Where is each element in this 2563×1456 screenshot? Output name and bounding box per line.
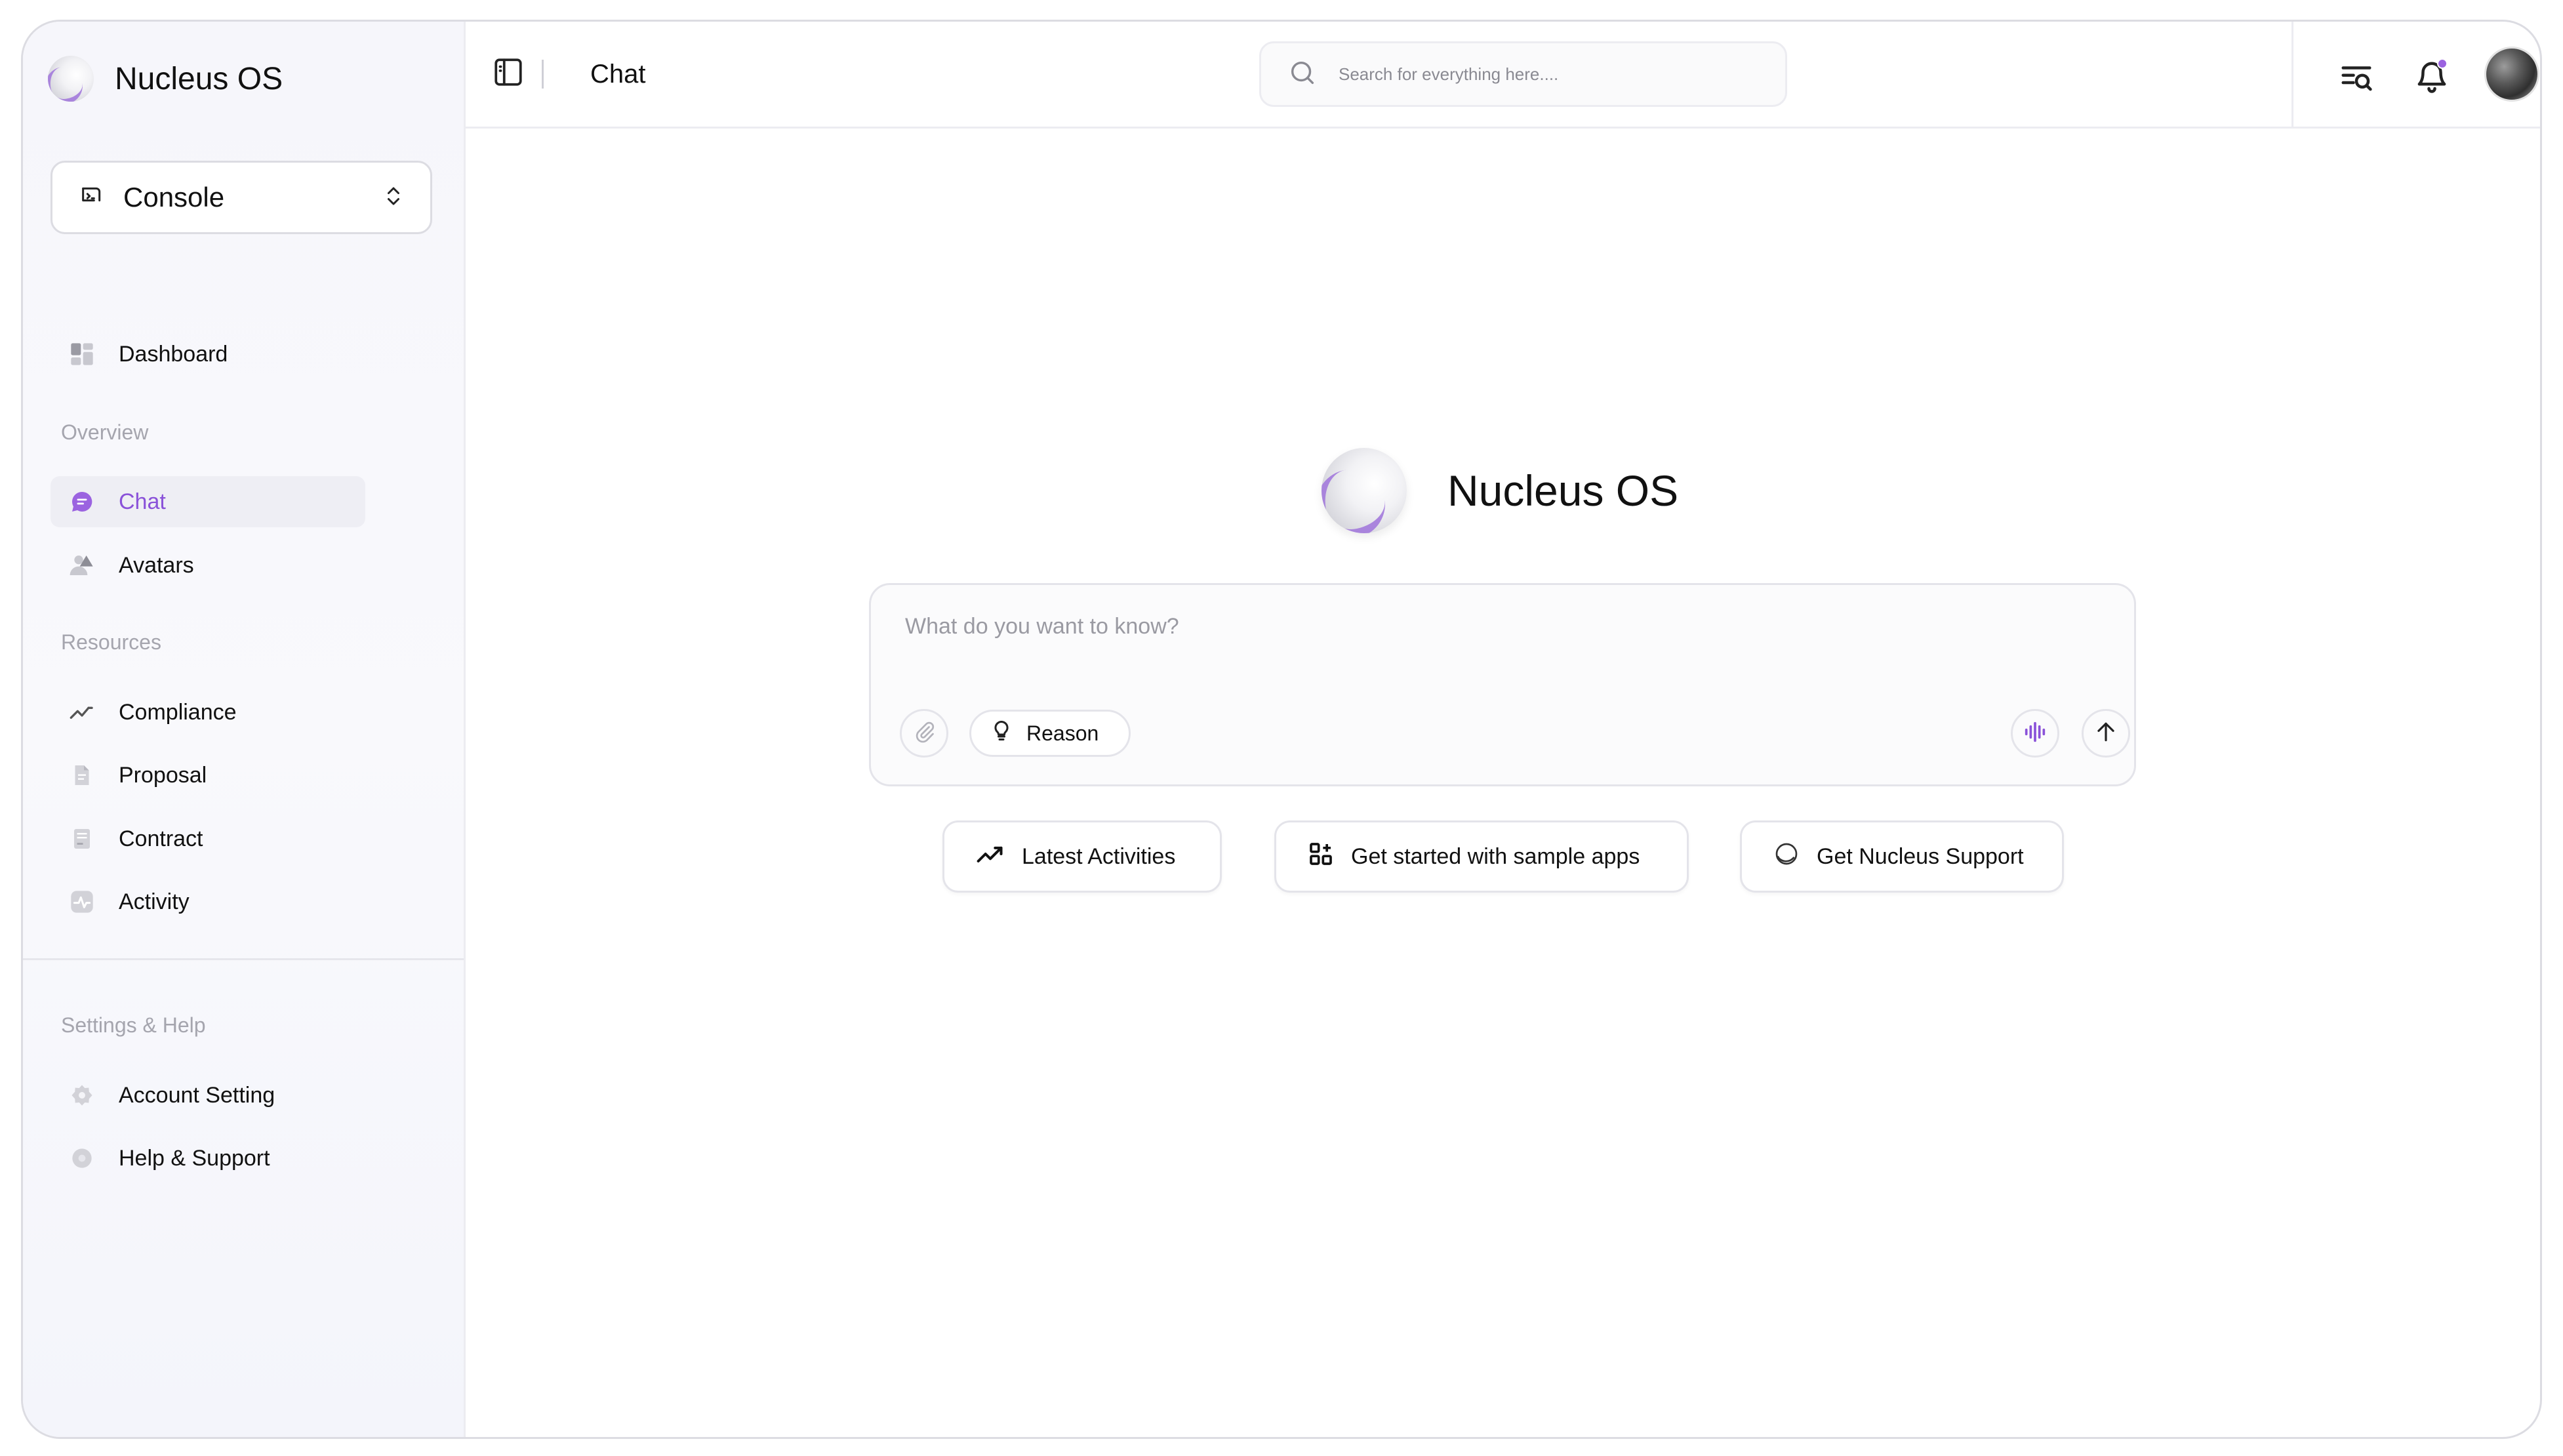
reason-label: Reason — [1026, 721, 1099, 745]
notification-badge — [2437, 58, 2448, 69]
document-icon — [69, 762, 95, 788]
sidebar-item-label: Compliance — [119, 699, 237, 725]
app-window: Nucleus OS Console Dashboard Overview Ch… — [21, 20, 2542, 1439]
page-title: Chat — [590, 60, 646, 89]
sidebar-item-compliance[interactable]: Compliance — [50, 687, 365, 738]
voice-input-button[interactable] — [2011, 709, 2059, 758]
paperclip-icon — [912, 720, 936, 747]
sidebar-item-label: Proposal — [119, 762, 207, 788]
waveform-icon — [2022, 719, 2048, 748]
brand[interactable]: Nucleus OS — [48, 56, 283, 102]
sidebar-item-proposal[interactable]: Proposal — [50, 750, 365, 801]
trend-icon — [976, 839, 1005, 874]
activity-icon — [69, 889, 95, 915]
suggestion-nucleus-support[interactable]: Get Nucleus Support — [1740, 820, 2064, 893]
sidebar-item-dashboard[interactable]: Dashboard — [50, 329, 365, 380]
sidebar-item-label: Avatars — [119, 552, 194, 578]
search-icon — [1287, 58, 1318, 91]
search-list-icon[interactable] — [2337, 57, 2376, 96]
search-bar[interactable] — [1259, 41, 1787, 107]
suggestion-label: Get started with sample apps — [1351, 843, 1640, 869]
contract-icon — [69, 826, 95, 852]
gear-icon — [69, 1082, 95, 1108]
sidebar-item-help-support[interactable]: Help & Support — [50, 1133, 365, 1184]
topbar: Chat — [466, 22, 2540, 129]
send-button[interactable] — [2082, 709, 2130, 758]
sidebar-item-label: Help & Support — [119, 1145, 270, 1171]
topbar-divider — [2291, 22, 2293, 127]
hero-title: Nucleus OS — [1447, 466, 1679, 515]
sidebar-item-label: Chat — [119, 489, 166, 514]
breadcrumb-separator — [542, 60, 544, 89]
suggestion-sample-apps[interactable]: Get started with sample apps — [1274, 820, 1689, 893]
dashboard-icon — [69, 341, 95, 367]
section-label-resources: Resources — [61, 630, 161, 654]
sidebar-divider — [23, 958, 464, 960]
hero: Nucleus OS — [1322, 448, 1678, 533]
chat-icon — [69, 489, 95, 515]
suggestion-label: Latest Activities — [1022, 843, 1176, 869]
prompt-input[interactable] — [904, 613, 2084, 652]
console-icon — [79, 183, 105, 212]
section-label-settings: Settings & Help — [61, 1013, 206, 1037]
chevron-up-down-icon — [382, 183, 405, 212]
workspace-select-label: Console — [123, 182, 225, 212]
sidebar-item-account-setting[interactable]: Account Setting — [50, 1070, 365, 1121]
attach-button[interactable] — [900, 709, 948, 758]
sidebar-item-label: Dashboard — [119, 341, 228, 367]
nucleus-icon — [1773, 841, 1800, 873]
trend-line-icon — [69, 699, 95, 725]
search-input[interactable] — [1337, 63, 1731, 85]
sidebar-item-contract[interactable]: Contract — [50, 813, 365, 864]
nucleus-logo-icon — [48, 56, 94, 102]
lightbulb-icon — [990, 719, 1013, 748]
nucleus-logo-icon — [1322, 448, 1407, 533]
avatars-icon — [69, 552, 95, 578]
user-avatar[interactable] — [2484, 47, 2539, 102]
sidebar-item-activity[interactable]: Activity — [50, 876, 365, 927]
section-label-overview: Overview — [61, 420, 149, 444]
brand-name: Nucleus OS — [115, 61, 283, 96]
sidebar-item-chat[interactable]: Chat — [50, 476, 365, 527]
suggestion-label: Get Nucleus Support — [1817, 843, 2024, 869]
apps-grid-icon — [1308, 841, 1334, 873]
reason-toggle[interactable]: Reason — [969, 710, 1131, 757]
sidebar-item-label: Activity — [119, 889, 190, 914]
workspace-select[interactable]: Console — [50, 161, 432, 234]
sidebar-toggle-icon[interactable] — [492, 56, 525, 92]
sidebar-item-avatars[interactable]: Avatars — [50, 540, 365, 591]
help-circle-icon — [69, 1145, 95, 1171]
sidebar: Nucleus OS Console Dashboard Overview Ch… — [23, 22, 466, 1437]
arrow-up-icon — [2093, 719, 2118, 748]
suggestion-latest-activities[interactable]: Latest Activities — [942, 820, 1222, 893]
prompt-composer: Reason — [869, 583, 2136, 786]
sidebar-item-label: Account Setting — [119, 1082, 275, 1108]
bell-icon[interactable] — [2412, 57, 2452, 96]
sidebar-item-label: Contract — [119, 826, 203, 851]
